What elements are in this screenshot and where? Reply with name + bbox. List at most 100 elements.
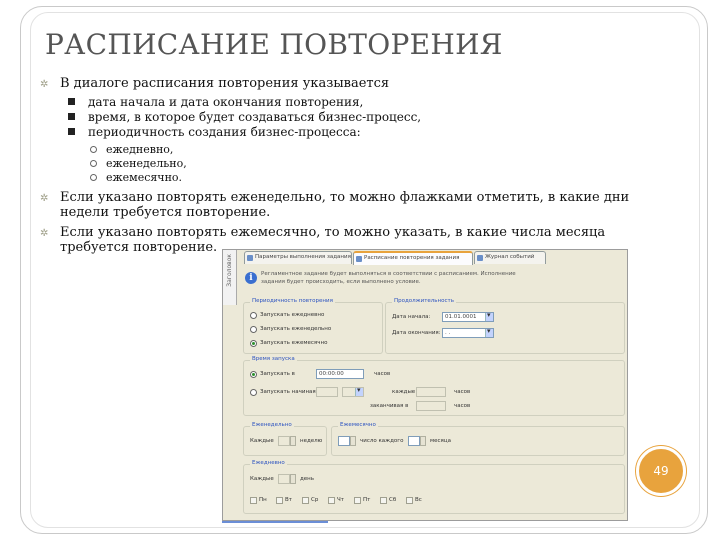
tab-log[interactable]: Журнал событий xyxy=(474,251,546,264)
subsub-bullet-text: ежемесячно. xyxy=(106,171,183,184)
bullet-monthly-line2: требуется повторение. xyxy=(60,240,218,255)
radio-label: Запускать ежемесячно xyxy=(260,340,328,346)
tab-icon xyxy=(247,255,253,261)
group-title: Продолжительность xyxy=(392,298,456,304)
group-title: Ежедневно xyxy=(250,460,287,466)
square-bullet-icon xyxy=(68,128,75,135)
dialog-info: i Регламентное задание будет выполняться… xyxy=(245,268,625,294)
tab-label: Журнал событий xyxy=(485,254,535,260)
radio-monthly[interactable] xyxy=(250,340,257,347)
radio-weekly[interactable] xyxy=(250,326,257,333)
monthly-unit-label: месяца xyxy=(430,438,451,444)
until-label: заканчивая в xyxy=(370,403,409,409)
checkbox-sun[interactable] xyxy=(406,497,413,504)
page-number-badge: 49 xyxy=(636,446,686,496)
circle-bullet-icon xyxy=(90,160,97,167)
daily-group: Ежедневно Каждые день Пн Вт Ср Чт Пт Сб … xyxy=(243,460,625,514)
radio-label: Запускать ежедневно xyxy=(260,312,325,318)
info-text: Регламентное задание будет выполняться в… xyxy=(261,271,516,285)
weekly-unit-label: неделю xyxy=(300,438,323,444)
tab-label: Расписание повторения задания xyxy=(364,255,460,261)
radio-run-from[interactable] xyxy=(250,389,257,396)
radio-run-at[interactable] xyxy=(250,371,257,378)
weekday-label: Вт xyxy=(285,497,292,503)
weekday-label: Пт xyxy=(363,497,371,503)
dropdown-arrow-icon[interactable] xyxy=(485,311,493,321)
every-label: каждые xyxy=(392,389,416,395)
time-group: Время запуска Запускать в 00:00:00 часов… xyxy=(243,356,625,416)
monthly-day-label: число каждого xyxy=(360,438,404,444)
diamond-bullet-icon: ✲ xyxy=(40,79,49,90)
group-title: Время запуска xyxy=(250,356,297,362)
dropdown-arrow-icon[interactable] xyxy=(355,386,363,396)
circle-bullet-icon xyxy=(90,174,97,181)
radio-label: Запускать еженедельно xyxy=(260,326,332,332)
monthly-count-spinner[interactable] xyxy=(420,436,426,446)
tab-label: Параметры выполнения задания xyxy=(255,254,351,260)
tab-parameters[interactable]: Параметры выполнения задания xyxy=(244,251,352,264)
checkbox-tue[interactable] xyxy=(276,497,283,504)
monthly-group: Ежемесячно число каждого месяца xyxy=(331,422,625,456)
subsub-bullet-text: ежедневно, xyxy=(106,143,174,156)
weekday-label: Пн xyxy=(259,497,267,503)
group-title: Еженедельно xyxy=(250,422,294,428)
circle-bullet-icon xyxy=(90,146,97,153)
subsub-bullet-text: еженедельно, xyxy=(106,157,187,170)
bullet-weekly-line1: Если указано повторять еженедельно, то м… xyxy=(60,190,630,205)
daily-every-label: Каждые xyxy=(250,476,274,482)
bullet-intro-text: В диалоге расписания повторения указывае… xyxy=(60,76,390,91)
sub-bullet-text: периодичность создания бизнес-процесса: xyxy=(88,125,361,139)
square-bullet-icon xyxy=(68,113,75,120)
radio-daily[interactable] xyxy=(250,312,257,319)
end-date-input[interactable]: . . xyxy=(442,327,494,338)
sub-bullet-text: дата начала и дата окончания повторения, xyxy=(88,95,364,109)
weekly-count-spinner[interactable] xyxy=(290,436,296,446)
bullet-weekly-line2: недели требуется повторение. xyxy=(60,205,271,220)
tab-icon xyxy=(356,256,362,262)
monthly-day-input[interactable] xyxy=(338,436,350,446)
bullet-monthly-line1: Если указано повторять ежемесячно, то мо… xyxy=(60,225,606,240)
checkbox-wed[interactable] xyxy=(302,497,309,504)
divider-line xyxy=(222,521,328,523)
start-date-input[interactable]: 01.01.0001 xyxy=(442,311,494,322)
slide-title: РАСПИСАНИЕ ПОВТОРЕНИЯ xyxy=(45,28,503,61)
end-date-value: . . xyxy=(445,330,451,336)
diamond-bullet-icon: ✲ xyxy=(40,228,49,239)
monthly-day-spinner[interactable] xyxy=(350,436,356,446)
start-date-value: 01.01.0001 xyxy=(445,314,477,320)
every-unit-label: часов xyxy=(454,389,471,395)
run-from-label: Запускать начиная с xyxy=(260,389,321,395)
group-title: Ежемесячно xyxy=(338,422,378,428)
until-unit-label: часов xyxy=(454,403,471,409)
checkbox-mon[interactable] xyxy=(250,497,257,504)
daily-count-spinner[interactable] xyxy=(290,474,296,484)
period-group: Периодичность повторения Запускать ежедн… xyxy=(243,298,383,354)
checkbox-sat[interactable] xyxy=(380,497,387,504)
run-at-label: Запускать в xyxy=(260,371,295,377)
weekday-label: Вс xyxy=(415,497,422,503)
dialog-side-label: Заголовок xyxy=(226,254,233,287)
tab-icon xyxy=(477,255,483,261)
tab-schedule[interactable]: Расписание повторения задания xyxy=(353,251,473,265)
weekly-group: Еженедельно Каждые неделю xyxy=(243,422,327,456)
diamond-bullet-icon: ✲ xyxy=(40,193,49,204)
run-from-unit[interactable] xyxy=(342,386,364,397)
dropdown-arrow-icon[interactable] xyxy=(485,327,493,337)
square-bullet-icon xyxy=(68,98,75,105)
every-input[interactable] xyxy=(416,387,446,397)
checkbox-thu[interactable] xyxy=(328,497,335,504)
daily-count-input[interactable] xyxy=(278,474,290,484)
weekly-count-input[interactable] xyxy=(278,436,290,446)
run-at-value: 00:00:00 xyxy=(319,371,344,377)
monthly-count-input[interactable] xyxy=(408,436,420,446)
until-input[interactable] xyxy=(416,401,446,411)
run-at-input[interactable]: 00:00:00 xyxy=(316,369,364,379)
daily-unit-label: день xyxy=(300,476,315,482)
hours-label: часов xyxy=(374,371,391,377)
sub-bullet-text: время, в которое будет создаваться бизне… xyxy=(88,110,422,124)
checkbox-fri[interactable] xyxy=(354,497,361,504)
run-from-input[interactable] xyxy=(316,387,338,397)
page-number: 49 xyxy=(653,464,669,478)
schedule-dialog-screenshot: Заголовок Параметры выполнения задания Р… xyxy=(222,249,628,521)
dialog-side-panel: Заголовок xyxy=(223,250,237,305)
